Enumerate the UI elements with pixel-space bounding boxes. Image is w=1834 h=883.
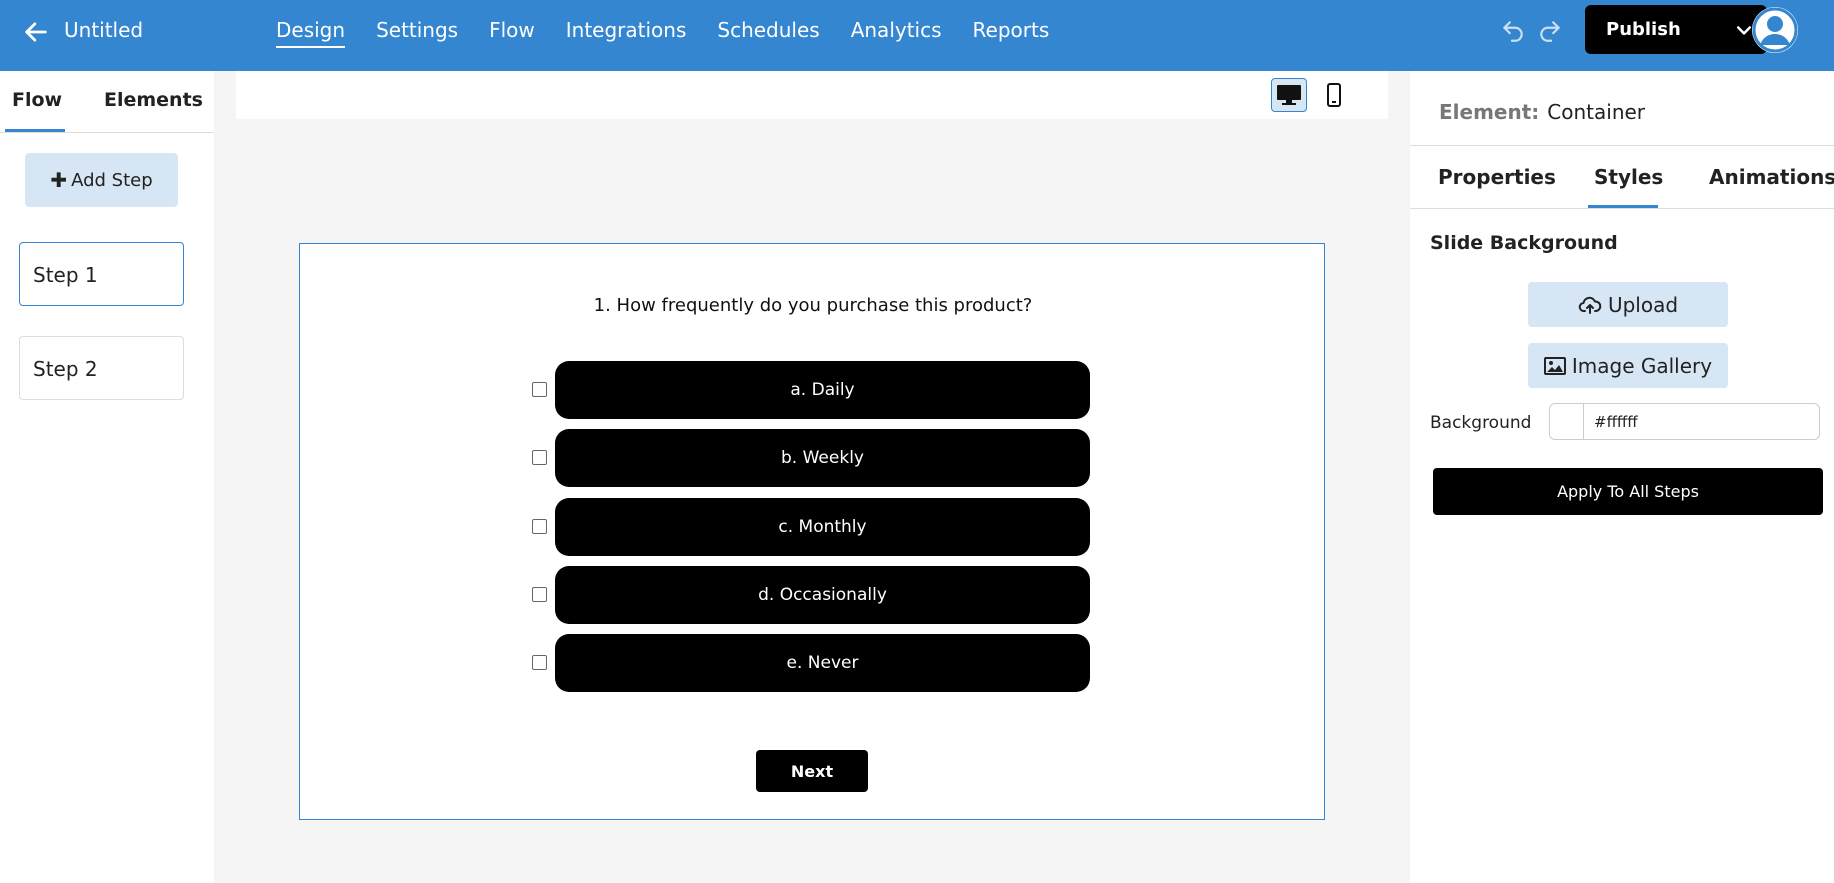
option-checkbox-d[interactable]	[532, 587, 547, 602]
slide-container[interactable]: 1. How frequently do you purchase this p…	[299, 243, 1325, 820]
main-nav: Design Settings Flow Integrations Schedu…	[276, 18, 1049, 48]
nav-settings[interactable]: Settings	[376, 18, 458, 48]
element-info: Element: Container	[1439, 100, 1645, 124]
user-avatar-icon[interactable]	[1752, 7, 1798, 53]
next-button[interactable]: Next	[756, 750, 868, 792]
tab-properties[interactable]: Properties	[1438, 165, 1556, 189]
nav-reports[interactable]: Reports	[973, 18, 1050, 48]
option-button-c[interactable]: c. Monthly	[555, 498, 1090, 556]
option-button-b[interactable]: b. Weekly	[555, 429, 1090, 487]
tab-styles[interactable]: Styles	[1594, 165, 1663, 189]
option-checkbox-a[interactable]	[532, 382, 547, 397]
mobile-view-button[interactable]	[1316, 78, 1352, 112]
nav-design[interactable]: Design	[276, 18, 346, 48]
background-color-field	[1549, 403, 1820, 440]
image-icon	[1543, 356, 1566, 375]
step-item-1[interactable]: Step 1	[19, 242, 184, 306]
element-value: Container	[1547, 100, 1646, 124]
option-checkbox-c[interactable]	[532, 519, 547, 534]
canvas-toolbar	[236, 71, 1388, 119]
mobile-icon	[1327, 83, 1341, 107]
step-item-2[interactable]: Step 2	[19, 336, 184, 400]
right-panel: Element: Container Properties Styles Anim…	[1410, 71, 1834, 883]
tab-animations[interactable]: Animations	[1709, 165, 1834, 189]
background-color-input[interactable]	[1594, 404, 1814, 439]
upload-button[interactable]: Upload	[1528, 282, 1728, 327]
nav-schedules[interactable]: Schedules	[717, 18, 819, 48]
option-button-a[interactable]: a. Daily	[555, 361, 1090, 419]
option-button-e[interactable]: e. Never	[555, 634, 1090, 692]
tab-elements[interactable]: Elements	[104, 89, 203, 111]
option-button-d[interactable]: d. Occasionally	[555, 566, 1090, 624]
active-tab-indicator	[5, 129, 65, 132]
option-checkbox-b[interactable]	[532, 450, 547, 465]
background-label: Background	[1430, 413, 1532, 433]
question-text: 1. How frequently do you purchase this p…	[593, 295, 1033, 316]
plus-icon: ✚	[50, 168, 68, 192]
cloud-upload-icon	[1578, 296, 1602, 314]
document-title[interactable]: Untitled	[64, 18, 143, 42]
element-label: Element:	[1439, 100, 1540, 124]
image-gallery-label: Image Gallery	[1571, 353, 1713, 378]
publish-label: Publish	[1606, 19, 1681, 40]
option-checkbox-e[interactable]	[532, 655, 547, 670]
image-gallery-button[interactable]: Image Gallery	[1528, 343, 1728, 388]
divider	[1410, 208, 1834, 209]
add-step-label: Add Step	[71, 169, 153, 191]
nav-integrations[interactable]: Integrations	[566, 18, 687, 48]
apply-to-all-steps-button[interactable]: Apply To All Steps	[1433, 468, 1823, 515]
nav-flow[interactable]: Flow	[489, 18, 535, 48]
undo-icon[interactable]	[1500, 18, 1526, 44]
desktop-icon	[1277, 85, 1301, 105]
left-panel: Flow Elements ✚ Add Step Step 1 Step 2	[0, 71, 214, 883]
back-arrow-icon[interactable]	[22, 18, 50, 46]
desktop-view-button[interactable]	[1271, 78, 1307, 112]
publish-button[interactable]: Publish	[1585, 5, 1767, 54]
left-tabs: Flow Elements	[0, 71, 214, 133]
upload-label: Upload	[1607, 292, 1679, 317]
redo-icon[interactable]	[1537, 18, 1563, 44]
tab-flow[interactable]: Flow	[12, 89, 62, 111]
divider	[1410, 145, 1834, 146]
nav-analytics[interactable]: Analytics	[851, 18, 942, 48]
color-swatch[interactable]	[1550, 404, 1584, 439]
top-bar: Untitled Design Settings Flow Integratio…	[0, 0, 1834, 71]
add-step-button[interactable]: ✚ Add Step	[25, 153, 178, 207]
section-title: Slide Background	[1430, 232, 1618, 254]
